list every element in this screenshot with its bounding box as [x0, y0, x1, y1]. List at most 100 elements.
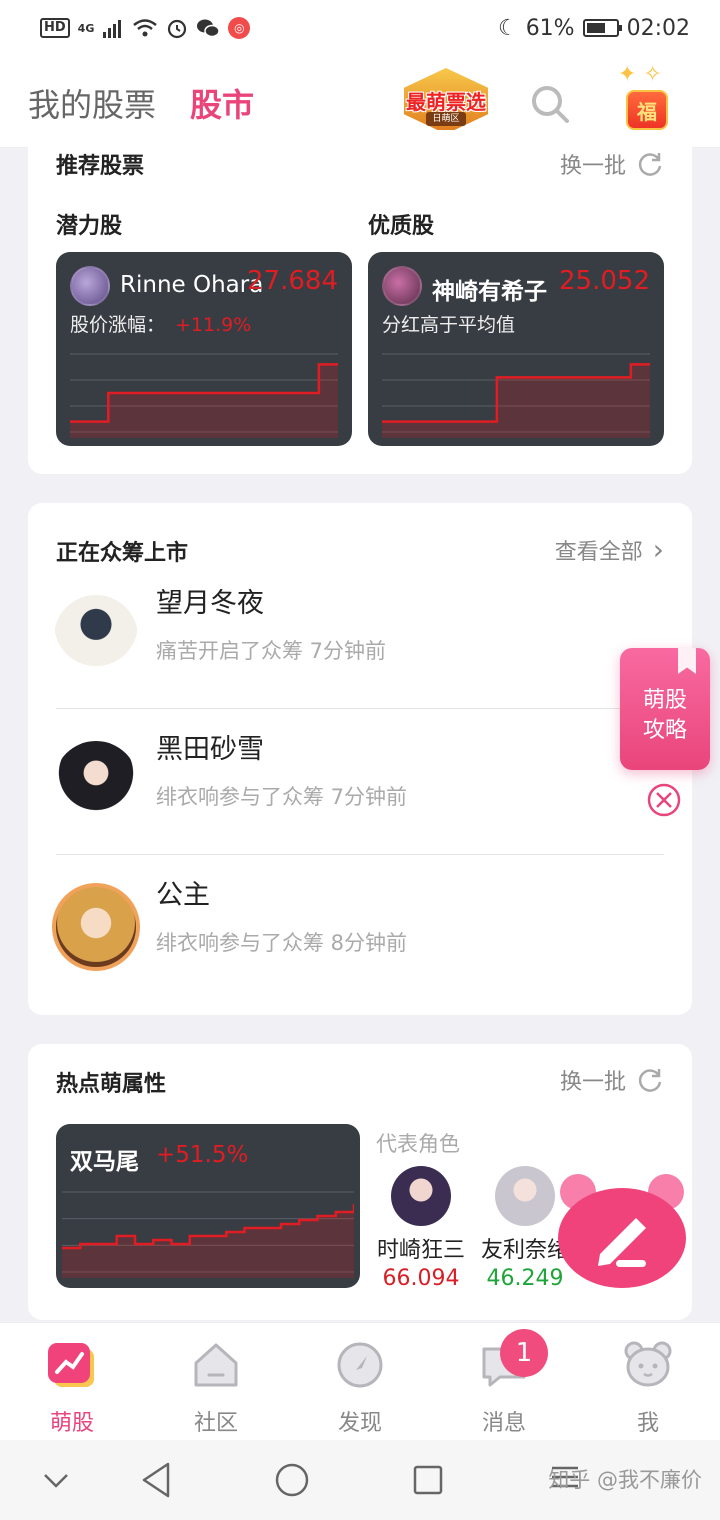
- stock-info: 股价涨幅： +11.9%: [70, 310, 251, 337]
- refresh-label: 换一批: [559, 1070, 626, 1095]
- crowdfunding-item[interactable]: 黑田砂雪 绯衣响参与了众筹 7分钟前: [28, 709, 692, 855]
- bookmark-icon: [678, 648, 696, 674]
- alarm-icon: [168, 19, 187, 39]
- home-icon: [194, 1343, 238, 1387]
- wifi-icon: [133, 19, 158, 37]
- network-type: 4G: [77, 21, 95, 35]
- trend-icon: [48, 1343, 94, 1387]
- gift-box-icon: 福: [626, 90, 668, 130]
- compass-icon: [337, 1342, 383, 1388]
- nav-label: 消息: [481, 1411, 526, 1436]
- signal-icon: [103, 20, 122, 38]
- nav-label: 我: [636, 1411, 659, 1436]
- avatar: [52, 883, 140, 971]
- character-name: 公主: [156, 880, 210, 911]
- representative-label: 代表角色: [376, 1132, 460, 1156]
- avatar: [54, 595, 138, 679]
- vote-event-logo[interactable]: 最萌票选 日萌区: [398, 68, 494, 134]
- logo-subtext: 日萌区: [426, 112, 466, 126]
- activity-text: 痛苦开启了众筹 7分钟前: [156, 639, 387, 663]
- system-navigation-bar: 知乎 @我不廉价: [0, 1440, 720, 1520]
- hd-indicator: HD: [40, 18, 70, 38]
- status-right: ☾ 61% 02:02: [498, 16, 690, 41]
- refresh-icon: [638, 153, 662, 176]
- attribute-sparkline: [62, 1191, 354, 1278]
- wechat-icon: [197, 19, 221, 38]
- potential-stock-tile[interactable]: Rinne Ohara 27.684 股价涨幅： +11.9%: [56, 252, 352, 446]
- nav-me[interactable]: 我: [576, 1339, 720, 1437]
- nav-stocks[interactable]: 萌股: [0, 1339, 144, 1437]
- nav-label: 社区: [193, 1411, 238, 1436]
- guide-line-1: 萌股: [642, 688, 687, 713]
- unread-badge: 1: [500, 1329, 548, 1377]
- stock-price: 25.052: [559, 266, 650, 296]
- refresh-recommended-button[interactable]: 换一批: [560, 148, 664, 180]
- tab-stock-market[interactable]: 股市: [190, 80, 254, 126]
- logo-text: 最萌票选: [406, 90, 486, 114]
- tab-my-stocks[interactable]: 我的股票: [28, 80, 156, 126]
- avatar: [391, 1166, 451, 1226]
- change-value: +11.9%: [175, 314, 252, 336]
- avatar: [495, 1166, 555, 1226]
- stock-guide-button[interactable]: 萌股 攻略: [620, 648, 710, 770]
- chevron-right-icon: ›: [652, 533, 664, 566]
- nav-community[interactable]: 社区: [144, 1339, 288, 1437]
- crowdfunding-item[interactable]: 公主 绯衣响参与了众筹 8分钟前: [28, 855, 692, 1001]
- compose-button[interactable]: [556, 1170, 688, 1290]
- view-all-label: 查看全部: [554, 539, 643, 565]
- battery-icon: [582, 19, 622, 37]
- attribute-change: +51.5%: [156, 1142, 249, 1168]
- hot-attributes-title: 热点萌属性: [56, 1072, 167, 1097]
- sparkle-icon: ✦ ✧: [618, 62, 662, 87]
- crowdfunding-item[interactable]: 望月冬夜 痛苦开启了众筹 7分钟前: [28, 563, 692, 709]
- back-icon[interactable]: [140, 1460, 174, 1500]
- price-sparkline: [382, 353, 650, 438]
- quality-stock-heading: 优质股: [368, 214, 435, 239]
- status-left: HD 4G ◎: [40, 17, 251, 39]
- recommended-title: 推荐股票: [56, 154, 145, 179]
- nav-label: 萌股: [49, 1411, 94, 1436]
- battery-percent: 61%: [525, 15, 575, 41]
- attribute-tile[interactable]: 双马尾 +51.5%: [56, 1124, 360, 1288]
- quality-stock-tile[interactable]: 神崎有希子 25.052 分红高于平均值: [368, 252, 664, 446]
- search-icon[interactable]: [530, 84, 570, 124]
- activity-text: 绯衣响参与了众筹 7分钟前: [156, 785, 408, 809]
- clock: 02:02: [626, 15, 690, 41]
- potential-stock-heading: 潜力股: [56, 214, 123, 239]
- character-name: 黑田砂雪: [156, 734, 264, 765]
- status-bar: HD 4G ◎ ☾ 61% 02:02: [0, 0, 720, 56]
- change-label: 股价涨幅：: [70, 314, 166, 336]
- recommended-stocks-card: 推荐股票 换一批 潜力股 优质股 Rinne Ohara 27.684 股价涨幅…: [28, 130, 692, 474]
- representative-character[interactable]: 时崎狂三 66.094: [366, 1166, 476, 1291]
- bottom-navigation: 萌股 社区 发现 消息 1 我: [0, 1322, 720, 1440]
- refresh-hot-button[interactable]: 换一批: [560, 1064, 664, 1096]
- stock-info: 分红高于平均值: [382, 314, 516, 336]
- nav-discover[interactable]: 发现: [288, 1339, 432, 1437]
- sparkline-area: [70, 364, 338, 438]
- character-price: 66.094: [382, 1266, 460, 1291]
- netease-music-icon: ◎: [228, 17, 251, 39]
- price-sparkline: [70, 353, 338, 438]
- moon-icon: ☾: [497, 15, 518, 41]
- stock-name: 神崎有希子: [432, 279, 547, 305]
- close-icon[interactable]: [646, 782, 682, 818]
- activity-text: 绯衣响参与了众筹 8分钟前: [156, 931, 408, 955]
- guide-line-2: 攻略: [642, 718, 687, 743]
- sparkline-area: [382, 364, 650, 438]
- stock-price: 27.684: [247, 266, 338, 296]
- character-name: 望月冬夜: [156, 588, 264, 619]
- nav-label: 发现: [337, 1411, 382, 1436]
- avatar: [70, 266, 110, 306]
- home-circle-icon[interactable]: [274, 1462, 310, 1498]
- sparkline-area: [62, 1204, 354, 1278]
- refresh-label: 换一批: [559, 154, 626, 179]
- attribute-name: 双马尾: [70, 1149, 139, 1175]
- recents-icon[interactable]: [412, 1464, 444, 1496]
- refresh-icon: [638, 1069, 662, 1092]
- chevron-down-icon[interactable]: [42, 1468, 70, 1492]
- avatar: [54, 741, 138, 825]
- character-name: 时崎狂三: [376, 1238, 465, 1263]
- avatar: [382, 266, 422, 306]
- bear-face-icon: [624, 1341, 672, 1387]
- view-all-button[interactable]: 查看全部 ›: [555, 533, 664, 566]
